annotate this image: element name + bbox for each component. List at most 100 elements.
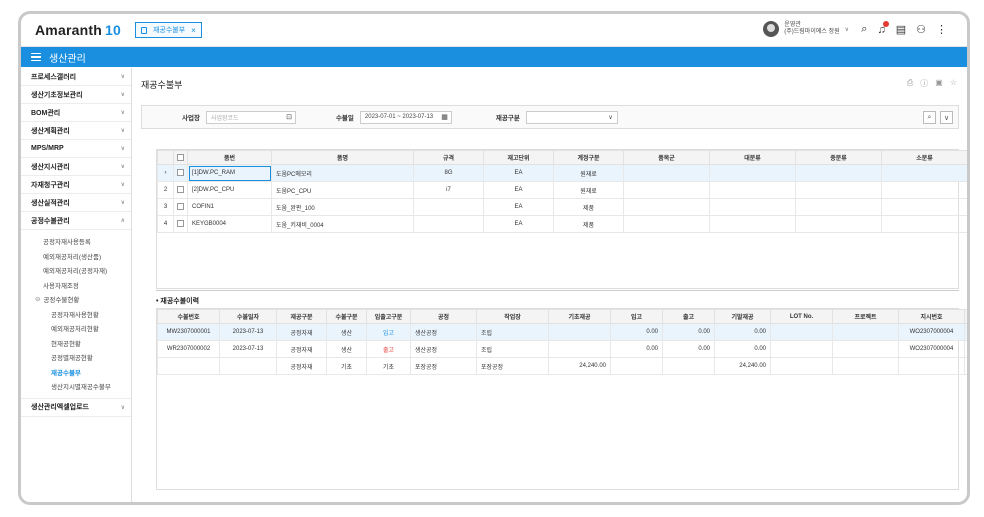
table-cell[interactable]: i7 [413, 181, 484, 199]
collapse-icon[interactable]: ⊖ [35, 295, 40, 303]
table-row[interactable]: 3 COFIN1 도움_완판_100 EA 제품 [157, 198, 967, 216]
table-cell[interactable]: 포장공정 [410, 357, 477, 375]
table-cell[interactable]: 조립 [476, 323, 549, 341]
column-header[interactable]: 계정구분 [553, 150, 624, 165]
sidebar-item[interactable]: 프로세스갤러리 ∨ [21, 68, 131, 86]
table-row[interactable]: WR2307000002 2023-07-13 공정자재 생산 출고 생산공정 조립 0.00… [157, 340, 967, 358]
sidebar-item[interactable]: 생산지시관리 ∨ [21, 158, 131, 176]
column-header[interactable]: 중분류 [795, 150, 882, 165]
more-vertical-icon[interactable]: ⋮ [936, 23, 947, 36]
table-cell[interactable] [709, 215, 796, 233]
table-cell[interactable] [413, 198, 484, 216]
table-cell[interactable] [709, 181, 796, 199]
submenu-item[interactable]: 공정자재사용현황 [21, 307, 131, 322]
table-cell[interactable] [832, 340, 899, 358]
table-cell[interactable] [881, 164, 967, 182]
table-cell[interactable]: EA [483, 215, 554, 233]
table-cell[interactable] [770, 323, 833, 341]
table-cell[interactable]: EA [483, 198, 554, 216]
submenu-item[interactable]: 재공수불부 [21, 365, 131, 380]
submenu-item[interactable]: 예외재공처리(공정자재) [21, 263, 131, 278]
sidebar-item-excel-upload[interactable]: 생산관리엑셀업로드 ∨ [21, 399, 131, 417]
table-cell[interactable]: [2]DW.PC_CPU [187, 181, 272, 199]
table-cell[interactable]: 기초 [326, 357, 367, 375]
table-cell[interactable]: 공정자재 [276, 357, 327, 375]
save-icon[interactable]: ▣ [935, 78, 943, 89]
submenu-item[interactable]: 생산지시별재공수불부 [21, 379, 131, 394]
splitter[interactable] [156, 290, 959, 291]
table-cell[interactable] [795, 215, 882, 233]
row-checkbox[interactable] [173, 198, 188, 216]
table-cell[interactable]: COFIN1 [187, 198, 272, 216]
table-cell[interactable] [795, 181, 882, 199]
column-header[interactable]: 프로젝트 [832, 309, 899, 324]
type-select[interactable]: ∨ [525, 110, 618, 124]
column-header[interactable]: 기초재공 [548, 309, 611, 324]
column-header[interactable]: 소분류 [881, 150, 967, 165]
table-cell[interactable]: 8G [413, 164, 484, 182]
table-cell[interactable]: 제품 [553, 198, 624, 216]
table-cell[interactable] [413, 215, 484, 233]
code-help-icon[interactable]: ⊡ [286, 113, 292, 121]
sidebar-item[interactable]: BOM관리 ∨ [21, 104, 131, 122]
table-cell[interactable] [548, 340, 611, 358]
column-header[interactable]: 실적번호 [964, 309, 967, 324]
table-cell[interactable]: 0.00 [610, 323, 663, 341]
table-cell[interactable] [881, 198, 967, 216]
table-cell[interactable]: 생산공정 [410, 323, 477, 341]
document-icon[interactable]: ▤ [896, 23, 906, 36]
table-cell[interactable]: KEYGB0004 [187, 215, 272, 233]
biz-input[interactable]: 사업장코드 ⊡ [205, 110, 296, 124]
table-cell[interactable]: 0.00 [662, 340, 715, 358]
select-all-checkbox[interactable] [173, 150, 188, 165]
sidebar-item[interactable]: 생산실적관리 ∨ [21, 194, 131, 212]
row-checkbox[interactable] [173, 164, 188, 182]
table-row[interactable]: 4 KEYGB0004 도움_키재비_0004 EA 제품 [157, 215, 967, 233]
table-cell[interactable] [662, 357, 715, 375]
table-cell[interactable] [623, 181, 710, 199]
table-cell[interactable]: 0.00 [610, 340, 663, 358]
column-header[interactable]: 수불번호 [157, 309, 220, 324]
column-header[interactable]: 입출고구분 [366, 309, 411, 324]
print-icon[interactable]: ⎙ [907, 78, 913, 89]
table-cell[interactable] [610, 357, 663, 375]
search-button[interactable]: ⌕ [923, 111, 936, 124]
table-cell[interactable]: 생산공정 [410, 340, 477, 358]
column-header[interactable]: 재고단위 [483, 150, 554, 165]
table-cell[interactable]: [1]DW.PC_RAM [187, 164, 272, 182]
column-header[interactable]: 품명 [271, 150, 414, 165]
close-icon[interactable]: × [191, 26, 196, 35]
table-cell[interactable]: 공정자재 [276, 323, 327, 341]
table-cell[interactable] [964, 323, 967, 341]
table-cell[interactable]: MW2307000001 [157, 323, 220, 341]
column-header[interactable]: 대분류 [709, 150, 796, 165]
table-cell[interactable] [709, 198, 796, 216]
hamburger-icon[interactable] [31, 52, 41, 62]
table-cell[interactable] [964, 357, 967, 375]
table-cell[interactable] [770, 340, 833, 358]
submenu-item[interactable]: 예외재공처리(생산품) [21, 249, 131, 264]
table-cell[interactable]: 생산 [326, 323, 367, 341]
table-cell[interactable]: 생산 [326, 340, 367, 358]
table-cell[interactable] [219, 357, 277, 375]
table-row[interactable]: MW2307000001 2023-07-13 공정자재 생산 입고 생산공정 조립 0.00… [157, 323, 967, 341]
table-cell[interactable]: 조립 [476, 340, 549, 358]
table-cell[interactable] [623, 164, 710, 182]
table-cell[interactable]: 제품 [553, 215, 624, 233]
row-checkbox[interactable] [173, 181, 188, 199]
sidebar-item[interactable]: 생산계획관리 ∨ [21, 122, 131, 140]
user-menu[interactable]: 운영관 (주)드림마이에스 정원 ∨ [763, 21, 849, 37]
tab-wip-ledger[interactable]: 재공수불부 × [134, 22, 202, 38]
column-header[interactable]: LOT No. [770, 309, 833, 324]
bell-icon[interactable]: ♫ [877, 20, 889, 36]
submenu-item[interactable]: 공정별재공현황 [21, 350, 131, 365]
table-row[interactable]: 공정자재 기초 기초 포장공정 포장공정 24,240.00 24,240.00 [157, 357, 967, 375]
table-cell[interactable] [881, 215, 967, 233]
table-cell[interactable]: WO2307000004 [898, 340, 965, 358]
expand-button[interactable]: ∨ [940, 111, 953, 124]
table-cell[interactable] [157, 357, 220, 375]
table-cell[interactable]: 도움_키재비_0004 [271, 215, 414, 233]
table-cell[interactable]: 출고 [366, 340, 411, 358]
table-cell[interactable]: 도움PC메모리 [271, 164, 414, 182]
table-cell[interactable] [623, 198, 710, 216]
